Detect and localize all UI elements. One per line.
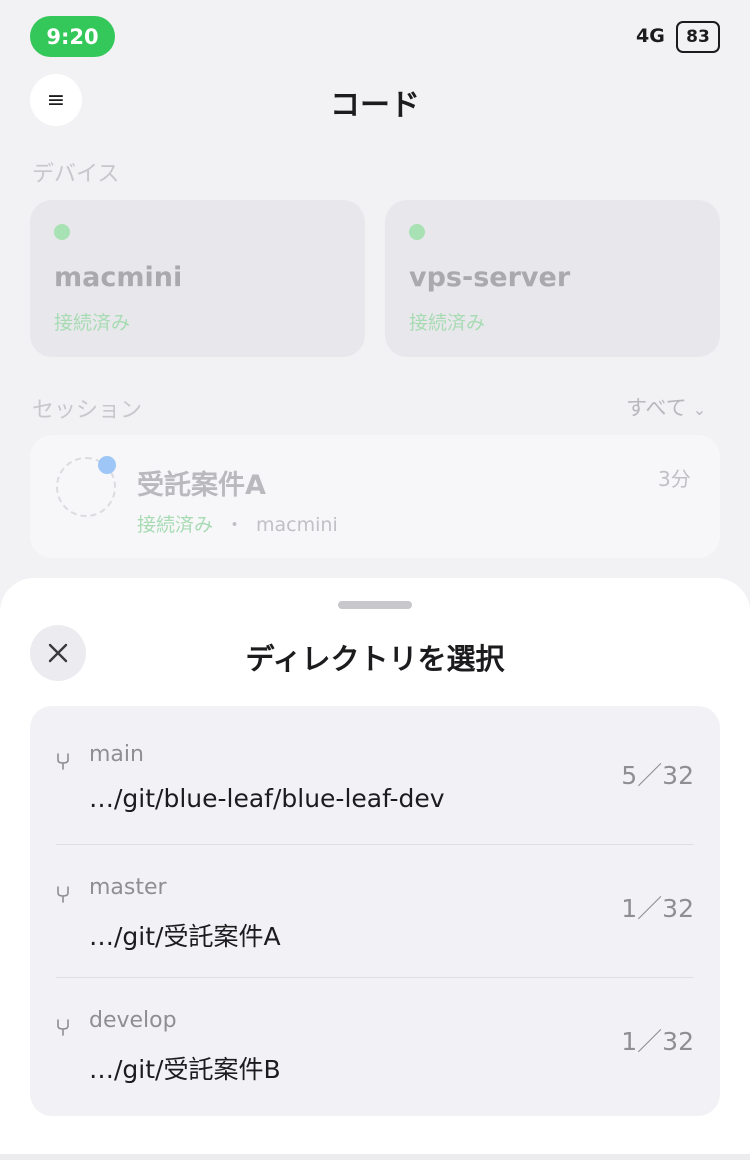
directory-picker-sheet: ディレクトリを選択 main …/git/blue-leaf/blue-leaf…: [0, 578, 750, 1154]
directory-path: …/git/受託案件A: [89, 922, 281, 951]
directory-path: …/git/blue-leaf/blue-leaf-dev: [89, 784, 445, 813]
battery-indicator: 83: [676, 21, 720, 53]
online-status-dot: [409, 224, 425, 240]
directory-count: 5／32: [621, 761, 694, 790]
device-status: 接続済み: [409, 312, 486, 334]
directory-item[interactable]: develop …/git/受託案件B 1／32: [30, 972, 720, 1105]
device-card-vps-server[interactable]: vps-server 接続済み: [385, 200, 720, 357]
session-filter-dropdown[interactable]: すべて ⌄: [626, 392, 706, 422]
sessions-section-label: セッション: [32, 398, 143, 423]
directory-count: 1／32: [621, 894, 694, 923]
status-time: 9:20: [30, 16, 115, 57]
directory-path: …/git/受託案件B: [89, 1055, 281, 1084]
device-name: vps-server: [409, 262, 571, 293]
branch-name: master: [89, 875, 167, 900]
git-branch-icon: [57, 886, 69, 903]
filter-label: すべて: [626, 396, 687, 420]
directory-item[interactable]: master …/git/受託案件A 1／32: [30, 839, 720, 972]
branch-name: develop: [89, 1008, 177, 1033]
sheet-title: ディレクトリを選択: [245, 642, 505, 676]
session-card[interactable]: 受託案件A 接続済み・ macmini 3分: [30, 435, 720, 558]
session-device: macmini: [256, 514, 338, 536]
directory-list: main …/git/blue-leaf/blue-leaf-dev 5／32 …: [30, 706, 720, 1116]
devices-section-label: デバイス: [32, 162, 120, 187]
session-status: 接続済み: [137, 514, 214, 536]
directory-item[interactable]: main …/git/blue-leaf/blue-leaf-dev 5／32: [30, 706, 720, 839]
home-indicator-area: [0, 1154, 750, 1160]
sheet-grabber[interactable]: [338, 601, 412, 609]
device-name: macmini: [54, 262, 183, 293]
device-status: 接続済み: [54, 312, 131, 334]
branch-name: main: [89, 742, 144, 767]
git-branch-icon: [57, 1019, 69, 1036]
screen: 9:20 4G 83 ≡ コード デバイス macmini 接続済み vps-s…: [0, 0, 750, 1160]
session-activity-dot: [98, 456, 116, 474]
session-meta: 接続済み・ macmini: [137, 510, 338, 537]
git-branch-icon: [57, 753, 69, 770]
chevron-down-icon: ⌄: [692, 400, 707, 419]
signal-indicator: 4G: [636, 25, 665, 47]
online-status-dot: [54, 224, 70, 240]
session-name: 受託案件A: [137, 470, 266, 501]
page-title: コード: [330, 88, 420, 123]
directory-count: 1／32: [621, 1027, 694, 1056]
status-bar: 9:20 4G 83: [0, 0, 750, 76]
meta-separator: ・: [225, 514, 245, 536]
session-time: 3分: [658, 467, 691, 491]
device-card-macmini[interactable]: macmini 接続済み: [30, 200, 365, 357]
